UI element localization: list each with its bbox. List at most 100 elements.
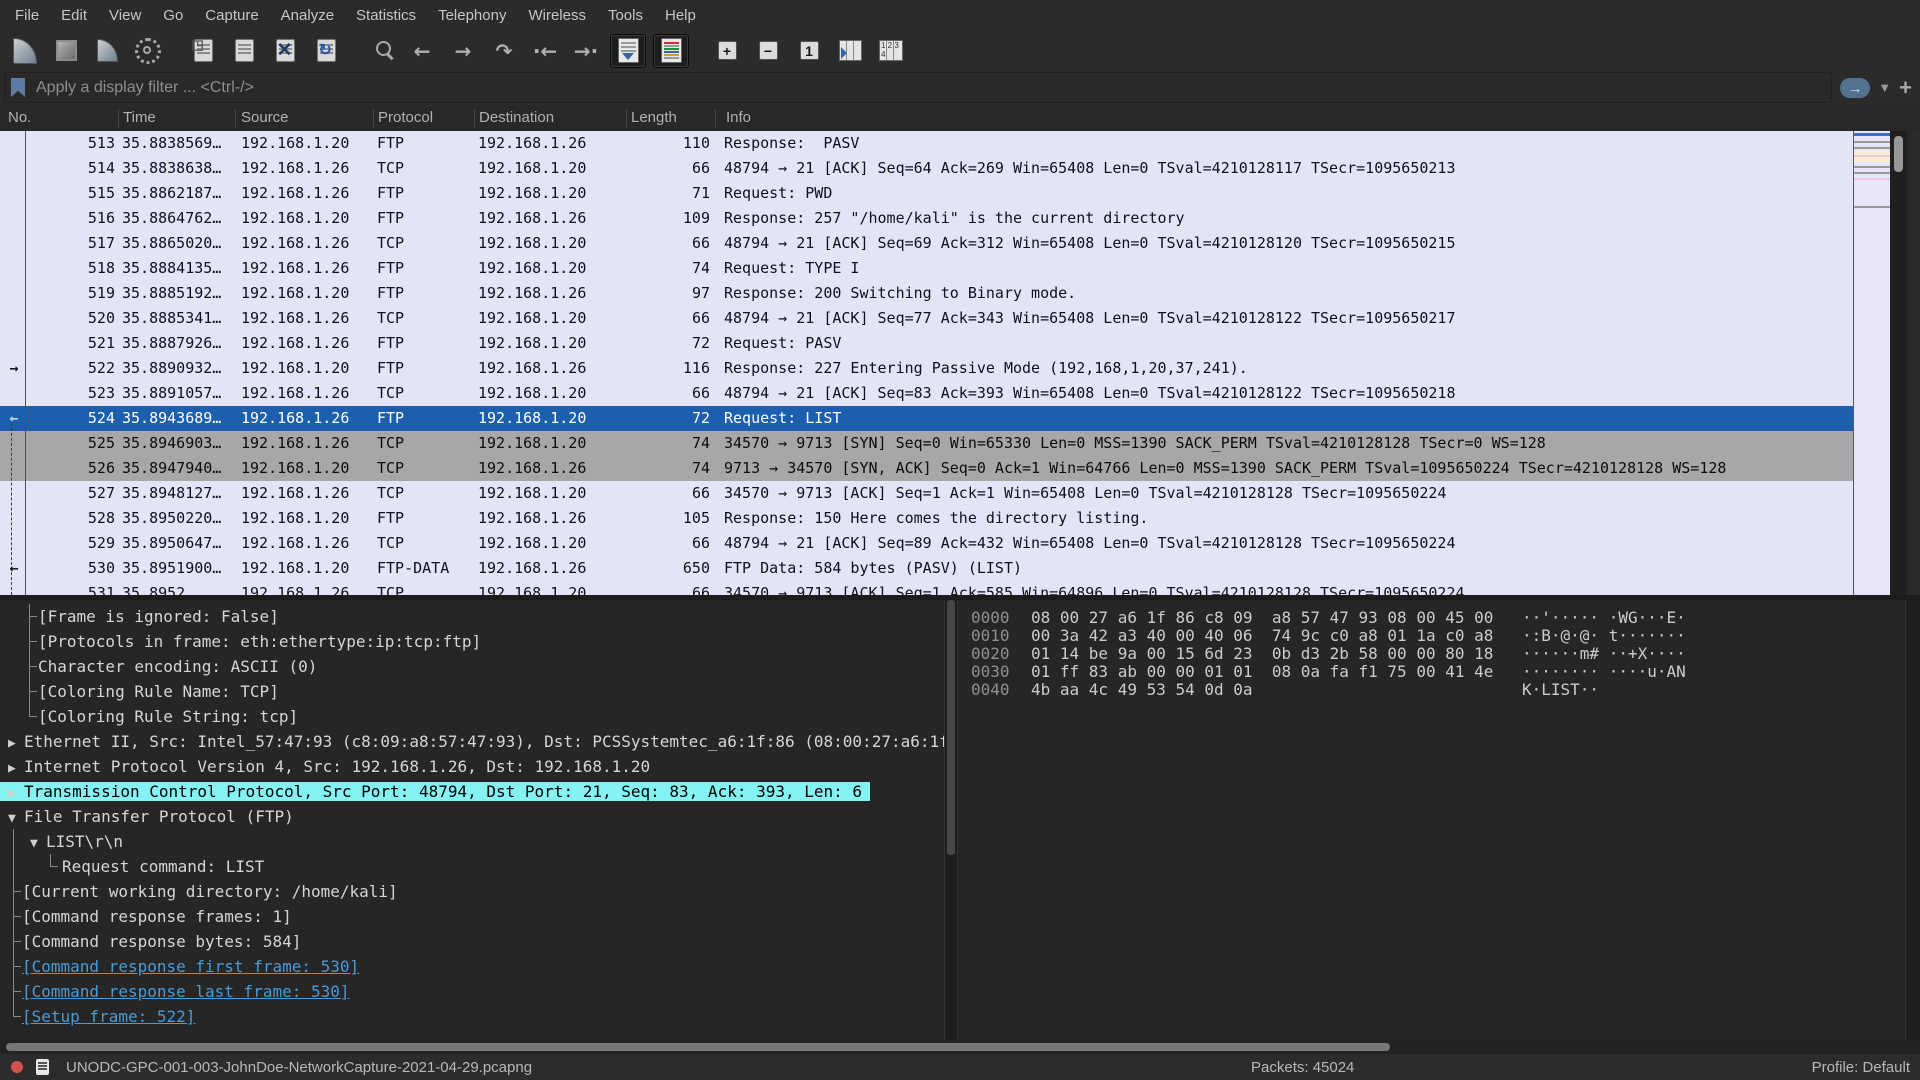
capture-options-button[interactable] (131, 35, 165, 67)
reload-file-button[interactable]: ↻ (309, 35, 343, 67)
display-filter-input[interactable] (34, 78, 1825, 98)
menu-tools[interactable]: Tools (597, 0, 654, 31)
packet-row-527[interactable]: 52735.8948127…192.168.1.26TCP192.168.1.2… (0, 481, 1853, 506)
scrollbar-thumb[interactable] (6, 1043, 1390, 1051)
packet-row-523[interactable]: 52335.8891057…192.168.1.26TCP192.168.1.2… (0, 381, 1853, 406)
packet-row-528[interactable]: 52835.8950220…192.168.1.20FTP192.168.1.2… (0, 506, 1853, 531)
packet-row-521[interactable]: 52135.8887926…192.168.1.26FTP192.168.1.2… (0, 331, 1853, 356)
start-capture-button[interactable] (8, 35, 42, 67)
stop-capture-button[interactable] (49, 35, 83, 67)
colorize-button[interactable] (653, 34, 689, 68)
go-last-packet-button[interactable]: →· (569, 35, 603, 67)
menu-statistics[interactable]: Statistics (345, 0, 427, 31)
column-header-info[interactable]: Info (716, 109, 1920, 127)
hex-line[interactable]: 002001 14 be 9a 00 15 6d 23 0b d3 2b 58 … (971, 645, 1905, 663)
packet-row-516[interactable]: 51635.8864762…192.168.1.20FTP192.168.1.2… (0, 206, 1853, 231)
menu-capture[interactable]: Capture (194, 0, 269, 31)
filter-dropdown-caret-icon[interactable]: ▼ (1878, 80, 1891, 95)
detail-item[interactable]: [Coloring Rule Name: TCP] (0, 679, 944, 704)
column-header-destination[interactable]: Destination (475, 109, 627, 127)
column-header-source[interactable]: Source (236, 109, 374, 127)
expand-icon[interactable]: ▶ (8, 781, 24, 806)
hex-line[interactable]: 001000 3a 42 a3 40 00 40 06 74 9c c0 a8 … (971, 627, 1905, 645)
menu-view[interactable]: View (98, 0, 152, 31)
detail-item[interactable]: Request command: LIST (0, 854, 944, 879)
column-header-length[interactable]: Length (627, 109, 716, 127)
menu-file[interactable]: File (4, 0, 50, 31)
auto-scroll-button[interactable] (610, 34, 646, 68)
packet-row-529[interactable]: 52935.8950647…192.168.1.26TCP192.168.1.2… (0, 531, 1853, 556)
column-header-no[interactable]: No. (0, 109, 119, 127)
packet-row-526[interactable]: 52635.8947940…192.168.1.20TCP192.168.1.2… (0, 456, 1853, 481)
detail-item[interactable]: [Protocols in frame: eth:ethertype:ip:tc… (0, 629, 944, 654)
detail-item[interactable]: [Command response frames: 1] (0, 904, 944, 929)
go-forward-button[interactable]: → (446, 35, 480, 67)
packet-row-524[interactable]: ←52435.8943689…192.168.1.26FTP192.168.1.… (0, 406, 1853, 431)
detail-item[interactable]: [Setup frame: 522] (0, 1004, 944, 1029)
detail-item[interactable]: Character encoding: ASCII (0) (0, 654, 944, 679)
detail-item[interactable]: ▼LIST\r\n (0, 829, 944, 854)
open-file-button[interactable]: ◳ (186, 35, 220, 67)
detail-item[interactable]: [Command response bytes: 584] (0, 929, 944, 954)
details-vertical-scrollbar[interactable] (944, 600, 958, 1040)
fit-columns-button[interactable]: 1 2 3 4 (874, 35, 908, 67)
detail-item[interactable]: [Command response first frame: 530] (0, 954, 944, 979)
normal-size-button[interactable]: 1 (792, 35, 826, 67)
packet-row-519[interactable]: 51935.8885192…192.168.1.20FTP192.168.1.2… (0, 281, 1853, 306)
save-file-button[interactable] (227, 35, 261, 67)
menu-wireless[interactable]: Wireless (517, 0, 597, 31)
zoom-in-button[interactable]: + (710, 35, 744, 67)
menu-edit[interactable]: Edit (50, 0, 98, 31)
resize-columns-button[interactable] (833, 35, 867, 67)
detail-item[interactable]: [Coloring Rule String: tcp] (0, 704, 944, 729)
packet-row-531[interactable]: 53135.8952…192.168.1.26TCP192.168.1.2066… (0, 581, 1853, 595)
close-file-button[interactable]: ✕ (268, 35, 302, 67)
packet-row-515[interactable]: 51535.8862187…192.168.1.26FTP192.168.1.2… (0, 181, 1853, 206)
horizontal-scrollbar[interactable] (0, 1040, 1920, 1054)
packet-row-517[interactable]: 51735.8865020…192.168.1.26TCP192.168.1.2… (0, 231, 1853, 256)
packet-row-518[interactable]: 51835.8884135…192.168.1.26FTP192.168.1.2… (0, 256, 1853, 281)
zoom-out-button[interactable]: − (751, 35, 785, 67)
apply-filter-button[interactable]: → (1840, 78, 1870, 98)
column-header-time[interactable]: Time (119, 109, 236, 127)
hex-line[interactable]: 00404b aa 4c 49 53 54 0d 0aK·LIST·· (971, 681, 1905, 699)
find-packet-button[interactable] (364, 35, 398, 67)
expand-icon[interactable]: ▶ (8, 756, 24, 781)
bytes-vertical-scrollbar[interactable] (1905, 600, 1920, 1040)
detail-item[interactable]: ▶Ethernet II, Src: Intel_57:47:93 (c8:09… (0, 729, 944, 754)
detail-item[interactable]: [Current working directory: /home/kali] (0, 879, 944, 904)
detail-item[interactable]: [Command response last frame: 530] (0, 979, 944, 1004)
detail-item[interactable]: ▼File Transfer Protocol (FTP) (0, 804, 944, 829)
profile-label[interactable]: Profile: Default (1812, 1059, 1910, 1076)
go-to-packet-button[interactable]: ↷ (487, 35, 521, 67)
menu-help[interactable]: Help (654, 0, 707, 31)
hex-line[interactable]: 000008 00 27 a6 1f 86 c8 09 a8 57 47 93 … (971, 609, 1905, 627)
collapse-icon[interactable]: ▼ (30, 831, 46, 856)
intelligent-scrollbar-minimap[interactable] (1853, 131, 1890, 595)
packet-list-vertical-scrollbar[interactable] (1890, 131, 1907, 595)
detail-item[interactable]: ▶Internet Protocol Version 4, Src: 192.1… (0, 754, 944, 779)
collapse-icon[interactable]: ▼ (8, 806, 24, 831)
expert-info-icon[interactable] (36, 1059, 49, 1075)
go-first-packet-button[interactable]: ·← (528, 35, 562, 67)
add-filter-button[interactable]: + (1899, 78, 1912, 98)
expand-icon[interactable]: ▶ (8, 731, 24, 756)
display-filter-field[interactable] (4, 72, 1832, 103)
capture-status-icon[interactable] (11, 1061, 23, 1073)
packet-row-522[interactable]: →52235.8890932…192.168.1.20FTP192.168.1.… (0, 356, 1853, 381)
menu-analyze[interactable]: Analyze (270, 0, 345, 31)
hex-line[interactable]: 003001 ff 83 ab 00 00 01 01 08 0a fa f1 … (971, 663, 1905, 681)
column-header-protocol[interactable]: Protocol (374, 109, 475, 127)
packet-row-514[interactable]: 51435.8838638…192.168.1.26TCP192.168.1.2… (0, 156, 1853, 181)
bookmark-icon[interactable] (11, 78, 25, 97)
scrollbar-thumb[interactable] (1894, 136, 1903, 172)
scrollbar-thumb[interactable] (947, 600, 955, 855)
menu-telephony[interactable]: Telephony (427, 0, 517, 31)
packet-row-520[interactable]: 52035.8885341…192.168.1.26TCP192.168.1.2… (0, 306, 1853, 331)
packet-row-530[interactable]: ←53035.8951900…192.168.1.20FTP-DATA192.1… (0, 556, 1853, 581)
packet-row-513[interactable]: 51335.8838569…192.168.1.20FTP192.168.1.2… (0, 131, 1853, 156)
detail-item[interactable]: [Frame is ignored: False] (0, 604, 944, 629)
go-back-button[interactable]: ← (405, 35, 439, 67)
menu-go[interactable]: Go (152, 0, 194, 31)
packet-row-525[interactable]: 52535.8946903…192.168.1.26TCP192.168.1.2… (0, 431, 1853, 456)
